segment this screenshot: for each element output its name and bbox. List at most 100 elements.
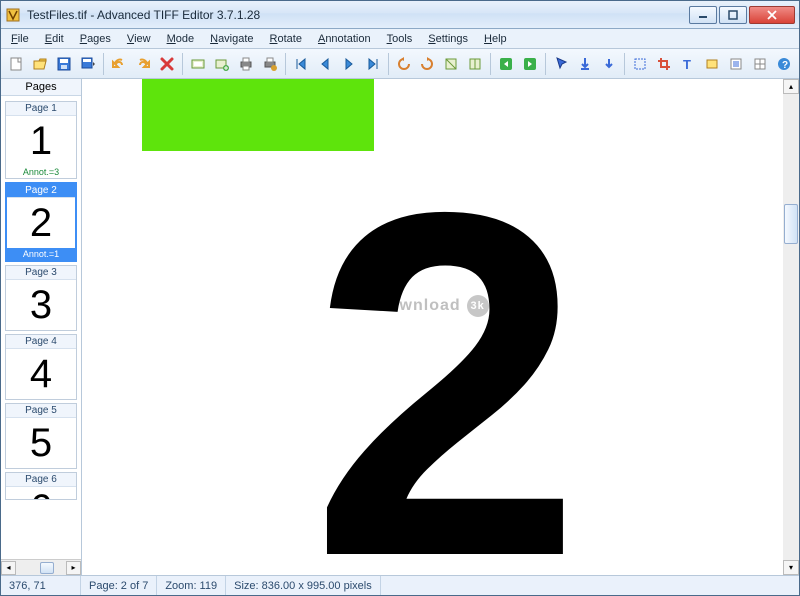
sidebar: Pages Page 11Annot.=3Page 22Annot.=1Page… <box>1 79 82 575</box>
thumbnail-page-6[interactable]: Page 66 <box>5 472 77 500</box>
thumbnail-page-1[interactable]: Page 11Annot.=3 <box>5 101 77 179</box>
save-dropdown-icon[interactable] <box>77 53 99 75</box>
app-icon <box>5 7 21 23</box>
content-area: Pages Page 11Annot.=3Page 22Annot.=1Page… <box>1 79 799 575</box>
menu-view[interactable]: View <box>120 31 158 47</box>
nav-last-icon[interactable] <box>362 53 384 75</box>
canvas-area: download 3k 2 ▴ ▾ <box>82 79 799 575</box>
titlebar: TestFiles.tif - Advanced TIFF Editor 3.7… <box>1 1 799 29</box>
grid-icon[interactable] <box>749 53 771 75</box>
thumbnail-label: Page 1 <box>6 102 76 116</box>
select-icon[interactable] <box>629 53 651 75</box>
thumbnail-annot-count: Annot.=1 <box>7 248 75 260</box>
menubar: FileEditPagesViewModeNavigateRotateAnnot… <box>1 29 799 49</box>
thumbnail-annot-count: Annot.=3 <box>6 166 76 178</box>
window-controls <box>687 6 795 24</box>
thumbnail-label: Page 3 <box>6 266 76 280</box>
status-size: Size: 836.00 x 995.00 pixels <box>226 576 381 595</box>
thumbnail-label: Page 4 <box>6 335 76 349</box>
canvas[interactable]: download 3k 2 <box>82 79 783 575</box>
menu-edit[interactable]: Edit <box>38 31 71 47</box>
status-coords: 376, 71 <box>1 576 81 595</box>
hscroll-track[interactable] <box>16 561 66 575</box>
scan-icon[interactable] <box>187 53 209 75</box>
thumbnail-preview: 3 <box>6 280 76 330</box>
delete-icon[interactable] <box>156 53 178 75</box>
thumbnail-preview: 6 <box>6 487 76 499</box>
toolbar: T? <box>1 49 799 79</box>
maximize-button[interactable] <box>719 6 747 24</box>
nav-prev-icon[interactable] <box>314 53 336 75</box>
window-title: TestFiles.tif - Advanced TIFF Editor 3.7… <box>27 8 687 22</box>
menu-rotate[interactable]: Rotate <box>263 31 309 47</box>
thumbnail-page-2[interactable]: Page 22Annot.=1 <box>5 182 77 262</box>
fit-next-icon[interactable] <box>519 53 541 75</box>
menu-settings[interactable]: Settings <box>421 31 475 47</box>
thumbnail-preview: 4 <box>6 349 76 399</box>
rect-tool-icon[interactable] <box>701 53 723 75</box>
app-window: TestFiles.tif - Advanced TIFF Editor 3.7… <box>0 0 800 596</box>
canvas-vscroll[interactable]: ▴ ▾ <box>783 79 799 575</box>
text-tool-icon[interactable]: T <box>677 53 699 75</box>
info-icon[interactable]: ? <box>773 53 795 75</box>
redo-icon[interactable] <box>132 53 154 75</box>
thumbnail-label: Page 6 <box>6 473 76 487</box>
nav-next-icon[interactable] <box>338 53 360 75</box>
move-down-icon[interactable] <box>574 53 596 75</box>
thumbnail-label: Page 5 <box>6 404 76 418</box>
arrow-down-icon[interactable] <box>598 53 620 75</box>
status-page: Page: 2 of 7 <box>81 576 157 595</box>
crop-icon[interactable] <box>653 53 675 75</box>
vscroll-down-icon[interactable]: ▾ <box>783 560 799 575</box>
rotate-left-icon[interactable] <box>393 53 415 75</box>
undo-icon[interactable] <box>108 53 130 75</box>
menu-mode[interactable]: Mode <box>160 31 202 47</box>
pointer-icon[interactable] <box>550 53 572 75</box>
close-button[interactable] <box>749 6 795 24</box>
vscroll-track[interactable] <box>783 94 799 560</box>
print-setup-icon[interactable] <box>259 53 281 75</box>
print-icon[interactable] <box>235 53 257 75</box>
vscroll-thumb[interactable] <box>784 204 798 244</box>
flip-icon[interactable] <box>440 53 462 75</box>
thumbnail-preview: 1 <box>6 116 76 166</box>
thumbnail-page-4[interactable]: Page 44 <box>5 334 77 400</box>
open-icon[interactable] <box>29 53 51 75</box>
status-zoom: Zoom: 119 <box>157 576 226 595</box>
toolbar-separator <box>103 53 104 75</box>
thumbnail-preview: 2 <box>7 198 75 248</box>
toolbar-separator <box>388 53 389 75</box>
svg-text:T: T <box>683 57 691 72</box>
toolbar-separator <box>490 53 491 75</box>
thumbnail-preview: 5 <box>6 418 76 468</box>
new-icon[interactable] <box>5 53 27 75</box>
menu-tools[interactable]: Tools <box>380 31 420 47</box>
vscroll-up-icon[interactable]: ▴ <box>783 79 799 94</box>
minimize-button[interactable] <box>689 6 717 24</box>
sidebar-hscroll[interactable]: ◂ ▸ <box>1 559 81 575</box>
svg-text:?: ? <box>782 60 788 71</box>
fit-prev-icon[interactable] <box>495 53 517 75</box>
hscroll-left-icon[interactable]: ◂ <box>1 561 16 575</box>
hscroll-thumb[interactable] <box>40 562 54 574</box>
menu-navigate[interactable]: Navigate <box>203 31 260 47</box>
annot-list-icon[interactable] <box>725 53 747 75</box>
sidebar-header: Pages <box>1 79 81 96</box>
thumbnail-page-5[interactable]: Page 55 <box>5 403 77 469</box>
thumbnail-list: Page 11Annot.=3Page 22Annot.=1Page 33Pag… <box>1 96 81 559</box>
scan-add-icon[interactable] <box>211 53 233 75</box>
thumbnail-page-3[interactable]: Page 33 <box>5 265 77 331</box>
toolbar-separator <box>285 53 286 75</box>
menu-annotation[interactable]: Annotation <box>311 31 378 47</box>
view-icon[interactable] <box>464 53 486 75</box>
hscroll-right-icon[interactable]: ▸ <box>66 561 81 575</box>
menu-help[interactable]: Help <box>477 31 514 47</box>
thumbnail-label: Page 2 <box>7 184 75 198</box>
save-icon[interactable] <box>53 53 75 75</box>
nav-first-icon[interactable] <box>290 53 312 75</box>
menu-pages[interactable]: Pages <box>73 31 118 47</box>
rotate-right-icon[interactable] <box>417 53 439 75</box>
toolbar-separator <box>624 53 625 75</box>
menu-file[interactable]: File <box>4 31 36 47</box>
toolbar-separator <box>545 53 546 75</box>
